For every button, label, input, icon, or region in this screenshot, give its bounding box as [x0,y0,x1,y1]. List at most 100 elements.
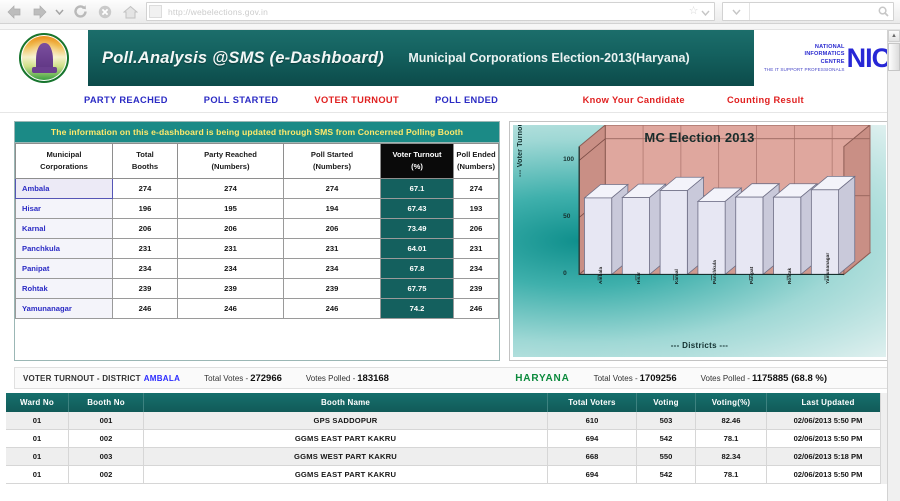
nav-item-voter-turnout[interactable]: VOTER TURNOUT [314,95,399,105]
col-booth-name: Booth Name [143,393,548,412]
summary-votes-polled-label: Votes Polled - [305,373,356,383]
home-button[interactable] [119,2,141,22]
reload-icon [73,5,87,18]
search-bar[interactable] [722,2,894,21]
district-link[interactable]: Panchkula [15,237,113,259]
chart-y-tick: 50 [563,213,571,221]
nav-item-poll-ended[interactable]: POLL ENDED [435,95,498,105]
chart-bar [621,183,667,276]
magnifier-icon [878,6,889,17]
voter-turnout-cell: 67.1 [380,177,454,199]
address-dropdown-icon[interactable] [701,3,712,21]
scroll-up-arrow-icon[interactable]: ▲ [888,30,900,42]
stop-button[interactable] [94,2,116,22]
total-booths-cell: 196 [112,197,178,219]
chart-bar [696,187,743,276]
bookmark-star-icon[interactable]: ☆ [686,6,701,17]
voting-cell: 550 [636,447,696,466]
scrollbar-thumb[interactable] [888,43,900,71]
page-scrollbar[interactable]: ▲ [887,30,900,501]
col-total-booths: Total Booths [112,143,178,179]
back-button[interactable] [3,2,25,22]
chart-bar [734,182,781,276]
poll-started-cell: 239 [283,277,381,299]
search-submit-button[interactable] [873,6,893,17]
chevron-down-icon [731,9,741,15]
booth-table-row[interactable]: 01 001 GPS SADDOPUR 610 503 82.46 02/06/2013 5… [6,412,890,430]
district-link[interactable]: Karnal [15,217,113,239]
ward-no-cell: 01 [6,447,69,466]
party-reached-cell: 274 [177,177,284,199]
col-label-b: (%) [411,161,423,171]
voting-percent-cell: 82.46 [695,412,767,430]
party-reached-cell: 206 [177,217,284,239]
chart-x-tick: Hisar [635,272,641,285]
main-nav: PARTY REACHED POLL STARTED VOTER TURNOUT… [0,87,900,113]
poll-started-cell: 274 [283,177,381,199]
mc-table-row[interactable]: Ambala 274 274 274 67.1 274 [15,177,499,199]
col-label-b: (Numbers) [211,161,250,171]
forward-arrow-icon [33,4,46,19]
mc-table-header-row: Municipal Corporations Total Booths Part… [15,143,499,179]
col-last-updated: Last Updated [766,393,890,412]
mc-table-row[interactable]: Panipat 234 234 234 67.8 234 [15,257,499,279]
reload-button[interactable] [69,2,91,22]
state-votes-polled-value: 1175885 (68.8 %) [751,372,827,384]
district-link[interactable]: Yamunanagar [15,297,113,319]
booth-table-row[interactable]: 01 002 GGMS EAST PART KAKRU 694 542 78.1 02/06… [6,429,890,448]
address-bar[interactable]: http://webelections.gov.in ☆ [146,2,715,21]
poll-started-cell: 206 [283,217,381,239]
nav-item-counting-result[interactable]: Counting Result [727,95,804,105]
booth-table-body: 01 001 GPS SADDOPUR 610 503 82.46 02/06/2013 5… [6,412,890,484]
last-updated-cell: 02/06/2013 5:50 PM [766,429,890,448]
col-label-a: Poll Ended [456,150,496,159]
district-link[interactable]: Hisar [15,197,113,219]
mc-table-panel: The information on this e-dashboard is b… [14,121,500,361]
chart-bar [583,183,629,276]
url-text[interactable]: http://webelections.gov.in [162,7,686,17]
booth-name-cell: GGMS WEST PART KAKRU [143,447,548,466]
mc-table-row[interactable]: Panchkula 231 231 231 64.01 231 [15,237,499,259]
state-votes-polled-label: Votes Polled - [700,373,750,383]
nav-item-know-your-candidate[interactable]: Know Your Candidate [583,95,685,105]
col-label-a: Total [136,150,154,159]
ward-no-cell: 01 [6,412,69,430]
turnout-summary-bar: VOTER TURNOUT - DISTRICT AMBALA Total Vo… [14,367,890,389]
voter-turnout-cell: 67.8 [380,257,454,279]
nav-item-party-reached[interactable]: PARTY REACHED [84,95,168,105]
nic-tagline: THE IT SUPPORT PROFESSIONALS [763,67,845,73]
nav-item-poll-started[interactable]: POLL STARTED [204,95,279,105]
district-link[interactable]: Panipat [15,257,113,279]
state-total-votes-value: 1709256 [639,372,677,384]
poll-started-cell: 194 [283,197,381,219]
district-link[interactable]: Ambala [15,177,113,199]
mc-table-row[interactable]: Karnal 206 206 206 73.49 206 [15,217,499,239]
col-label-b: Corporations [40,161,88,171]
history-dropdown-button[interactable] [53,2,66,22]
district-link[interactable]: Rohtak [15,277,113,299]
chart-y-axis-label: --- Voter Turnout % --- [517,125,524,177]
mc-table-row[interactable]: Yamunanagar 246 246 246 74.2 246 [15,297,499,319]
summary-state-name: HARYANA [515,372,570,384]
booth-table-row[interactable]: 01 002 GGMS EAST PART KAKRU 694 542 78.1 02/06… [6,465,890,484]
booth-table-row[interactable]: 01 003 GGMS WEST PART KAKRU 668 550 82.34 02/0… [6,447,890,466]
col-label-a: Voter Turnout [392,150,442,159]
total-booths-cell: 274 [112,177,178,199]
nav-right-group: Know Your Candidate Counting Result [583,95,900,105]
col-total-voters: Total Voters [547,393,637,412]
dashboard-notice: The information on this e-dashboard is b… [15,122,499,143]
total-booths-cell: 234 [112,257,178,279]
total-voters-cell: 668 [547,447,637,466]
chevron-down-icon [55,9,64,15]
total-voters-cell: 694 [547,465,637,484]
booth-no-cell: 001 [68,412,144,430]
summary-district[interactable]: AMBALA [144,374,180,383]
forward-button[interactable] [28,2,50,22]
col-ward-no: Ward No [6,393,69,412]
col-label-a: Poll Started [310,150,354,159]
voter-turnout-cell: 73.49 [380,217,454,239]
mc-table-row[interactable]: Rohtak 239 239 239 67.75 239 [15,277,499,299]
search-engine-selector[interactable] [723,3,750,20]
mc-table-row[interactable]: Hisar 196 195 194 67.43 193 [15,197,499,219]
chart-x-tick: Panchkula [711,260,717,285]
